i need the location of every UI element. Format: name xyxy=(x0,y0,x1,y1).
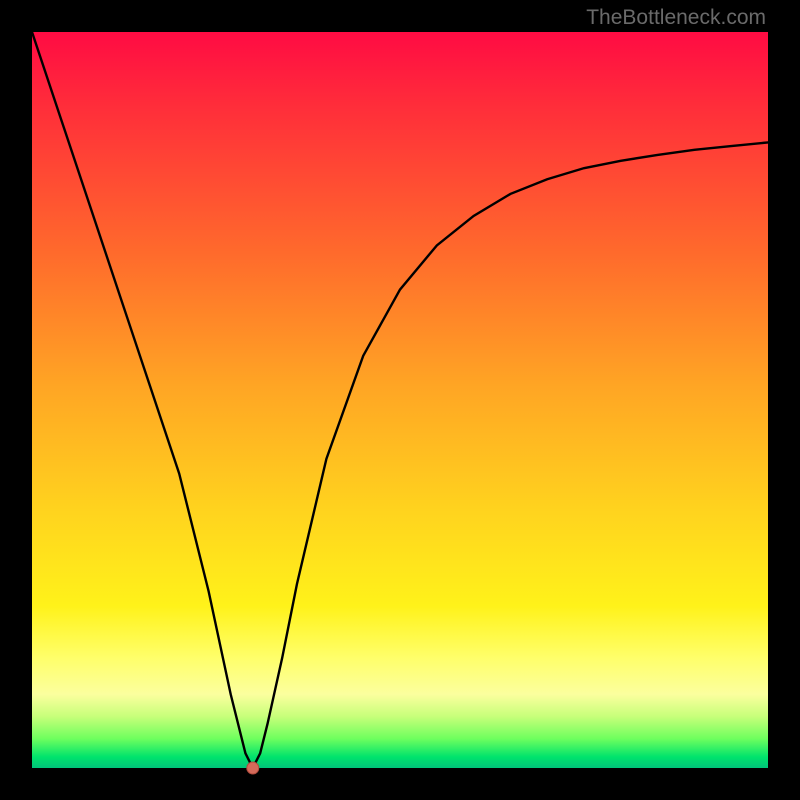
chart-frame: TheBottleneck.com xyxy=(0,0,800,800)
min-marker xyxy=(247,762,259,774)
watermark-text: TheBottleneck.com xyxy=(586,6,766,30)
chart-svg xyxy=(32,32,768,768)
curve-path xyxy=(32,32,768,768)
